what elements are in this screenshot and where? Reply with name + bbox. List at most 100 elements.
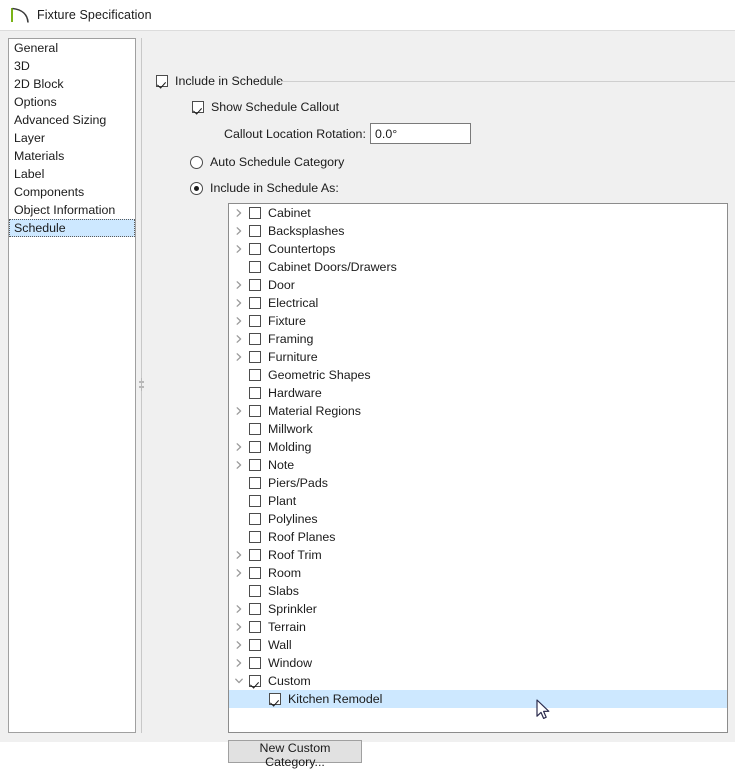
- show-schedule-callout-checkbox-row[interactable]: Show Schedule Callout: [192, 100, 339, 114]
- auto-schedule-category-radio[interactable]: [190, 155, 203, 169]
- tree-item-checkbox[interactable]: [249, 207, 261, 219]
- tree-item-checkbox[interactable]: [249, 459, 261, 471]
- include-in-schedule-checkbox-row[interactable]: Include in Schedule: [156, 74, 283, 88]
- tree-row[interactable]: Custom: [229, 672, 727, 690]
- tree-row[interactable]: Plant: [229, 492, 727, 510]
- chevron-right-icon[interactable]: [229, 348, 249, 366]
- tree-item-checkbox[interactable]: [249, 603, 261, 615]
- tree-item-checkbox[interactable]: [249, 297, 261, 309]
- sidebar-item-materials[interactable]: Materials: [9, 147, 135, 165]
- category-list[interactable]: General 3D 2D Block Options Advanced Sizing L…: [8, 38, 136, 733]
- chevron-right-icon[interactable]: [229, 546, 249, 564]
- chevron-right-icon[interactable]: [229, 294, 249, 312]
- sidebar-item-layer[interactable]: Layer: [9, 129, 135, 147]
- tree-item-checkbox[interactable]: [249, 549, 261, 561]
- sidebar-item-label[interactable]: Label: [9, 165, 135, 183]
- tree-item-checkbox[interactable]: [249, 531, 261, 543]
- tree-row[interactable]: Molding: [229, 438, 727, 456]
- schedule-category-tree[interactable]: Cabinet Backsplashes Countertops Cabinet Do…: [228, 203, 728, 733]
- sidebar-item-object-information[interactable]: Object Information: [9, 201, 135, 219]
- sidebar-item-3d[interactable]: 3D: [9, 57, 135, 75]
- tree-item-checkbox[interactable]: [249, 585, 261, 597]
- tree-row[interactable]: Fixture: [229, 312, 727, 330]
- sidebar-item-2d-block[interactable]: 2D Block: [9, 75, 135, 93]
- tree-row[interactable]: Roof Trim: [229, 546, 727, 564]
- new-custom-category-button[interactable]: New Custom Category...: [228, 740, 362, 769]
- chevron-right-icon[interactable]: [229, 204, 249, 222]
- chevron-right-icon[interactable]: [229, 636, 249, 654]
- tree-item-checkbox[interactable]: [249, 333, 261, 345]
- tree-item-checkbox[interactable]: [249, 315, 261, 327]
- include-in-schedule-checkbox[interactable]: [156, 75, 168, 87]
- tree-row[interactable]: Window: [229, 654, 727, 672]
- tree-item-checkbox[interactable]: [249, 423, 261, 435]
- sidebar-item-general[interactable]: General: [9, 39, 135, 57]
- sidebar-item-options[interactable]: Options: [9, 93, 135, 111]
- tree-item-checkbox[interactable]: [249, 243, 261, 255]
- tree-row[interactable]: Cabinet Doors/Drawers: [229, 258, 727, 276]
- tree-row[interactable]: Wall: [229, 636, 727, 654]
- tree-item-checkbox[interactable]: [249, 405, 261, 417]
- tree-item-checkbox[interactable]: [249, 279, 261, 291]
- auto-schedule-category-radio-row[interactable]: Auto Schedule Category: [190, 155, 344, 169]
- tree-row[interactable]: Backsplashes: [229, 222, 727, 240]
- tree-item-checkbox[interactable]: [249, 441, 261, 453]
- tree-row[interactable]: Note: [229, 456, 727, 474]
- tree-row[interactable]: Geometric Shapes: [229, 366, 727, 384]
- tree-row[interactable]: Cabinet: [229, 204, 727, 222]
- chevron-down-icon[interactable]: [229, 672, 249, 690]
- tree-row[interactable]: Hardware: [229, 384, 727, 402]
- splitter-grip[interactable]: [139, 378, 144, 391]
- tree-item-checkbox[interactable]: [249, 675, 261, 687]
- chevron-right-icon[interactable]: [229, 438, 249, 456]
- tree-row[interactable]: Piers/Pads: [229, 474, 727, 492]
- tree-item-checkbox[interactable]: [249, 477, 261, 489]
- tree-item-checkbox[interactable]: [249, 495, 261, 507]
- chevron-right-icon[interactable]: [229, 600, 249, 618]
- tree-row[interactable]: Roof Planes: [229, 528, 727, 546]
- chevron-right-icon[interactable]: [229, 618, 249, 636]
- tree-row[interactable]: Door: [229, 276, 727, 294]
- tree-item-checkbox[interactable]: [249, 513, 261, 525]
- chevron-right-icon[interactable]: [229, 654, 249, 672]
- chevron-right-icon[interactable]: [229, 564, 249, 582]
- tree-row[interactable]: Sprinkler: [229, 600, 727, 618]
- tree-item-checkbox[interactable]: [249, 261, 261, 273]
- tree-row[interactable]: Electrical: [229, 294, 727, 312]
- tree-item-checkbox[interactable]: [249, 387, 261, 399]
- chevron-right-icon[interactable]: [229, 330, 249, 348]
- tree-row[interactable]: Material Regions: [229, 402, 727, 420]
- callout-rotation-input[interactable]: [370, 123, 471, 144]
- tree-row[interactable]: Slabs: [229, 582, 727, 600]
- sidebar-item-components[interactable]: Components: [9, 183, 135, 201]
- tree-row[interactable]: Countertops: [229, 240, 727, 258]
- tree-item-checkbox[interactable]: [249, 369, 261, 381]
- include-in-schedule-as-radio[interactable]: [190, 181, 203, 195]
- chevron-right-icon[interactable]: [229, 456, 249, 474]
- show-schedule-callout-checkbox[interactable]: [192, 101, 204, 113]
- include-in-schedule-as-radio-row[interactable]: Include in Schedule As:: [190, 181, 339, 195]
- sidebar-item-schedule[interactable]: Schedule: [9, 219, 135, 237]
- sidebar-item-advanced-sizing[interactable]: Advanced Sizing: [9, 111, 135, 129]
- chevron-right-icon[interactable]: [229, 222, 249, 240]
- tree-row[interactable]: Framing: [229, 330, 727, 348]
- tree-row[interactable]: Millwork: [229, 420, 727, 438]
- tree-row[interactable]: Room: [229, 564, 727, 582]
- tree-item-checkbox[interactable]: [249, 639, 261, 651]
- chevron-right-icon[interactable]: [229, 402, 249, 420]
- tree-row[interactable]: Furniture: [229, 348, 727, 366]
- chevron-right-icon[interactable]: [229, 312, 249, 330]
- chevron-right-icon[interactable]: [229, 240, 249, 258]
- tree-item-checkbox[interactable]: [249, 225, 261, 237]
- tree-item-checkbox[interactable]: [249, 567, 261, 579]
- tree-item-checkbox[interactable]: [249, 621, 261, 633]
- tree-item-checkbox[interactable]: [269, 693, 281, 705]
- panel-splitter[interactable]: [139, 38, 144, 733]
- tree-row[interactable]: Polylines: [229, 510, 727, 528]
- tree-item-checkbox[interactable]: [249, 657, 261, 669]
- tree-row[interactable]: Terrain: [229, 618, 727, 636]
- tree-row[interactable]: Kitchen Remodel: [229, 690, 727, 708]
- chevron-right-icon[interactable]: [229, 276, 249, 294]
- tree-item-checkbox[interactable]: [249, 351, 261, 363]
